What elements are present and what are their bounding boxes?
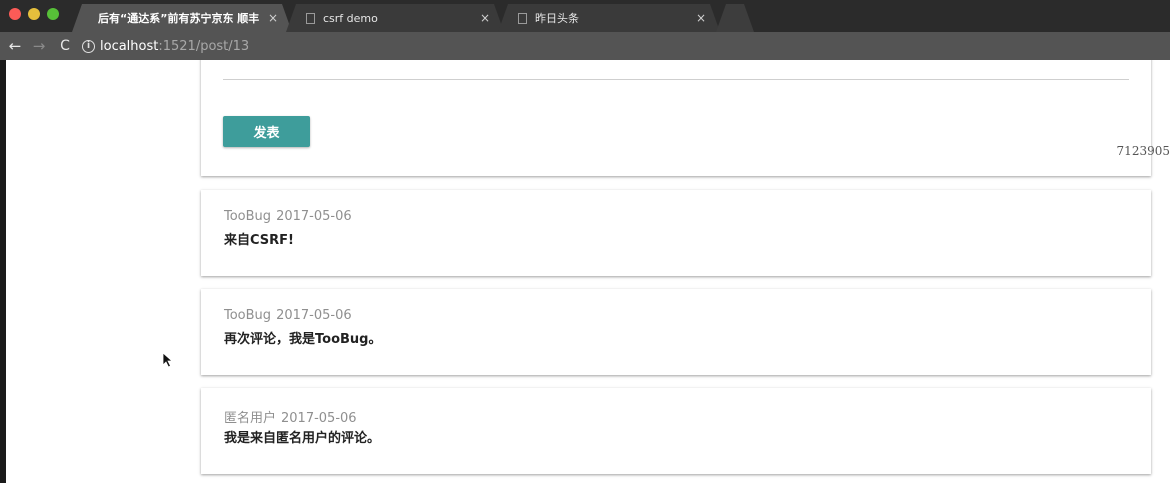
publish-button[interactable]: 发表 bbox=[223, 116, 310, 147]
page-viewport: 发表 TooBug 2017-05-06 来自CSRF! TooBug 2017-0… bbox=[0, 60, 1170, 483]
comment-meta: 匿名用户 2017-05-06 bbox=[224, 407, 357, 426]
comment-date: 2017-05-06 bbox=[276, 209, 352, 224]
left-edge-band bbox=[0, 60, 6, 483]
new-tab-button[interactable] bbox=[716, 4, 754, 32]
tab-toutiao[interactable]: 昨日头条 × bbox=[498, 4, 720, 32]
comment-meta: TooBug 2017-05-06 bbox=[224, 308, 352, 323]
close-window-button[interactable] bbox=[9, 8, 21, 20]
mouse-cursor-icon bbox=[162, 352, 174, 368]
comment-body: 我是来自匿名用户的评论。 bbox=[224, 431, 381, 446]
tab-title: 后有“通达系”前有苏宁京东 顺丰 bbox=[98, 12, 260, 25]
tab-title: csrf demo bbox=[323, 11, 378, 25]
comment-card: TooBug 2017-05-06 再次评论，我是TooBug。 bbox=[201, 289, 1151, 375]
close-tab-icon[interactable]: × bbox=[478, 11, 492, 25]
comment-form-card: 发表 bbox=[201, 60, 1151, 176]
browser-toolbar: ← → C i localhost :1521/post/13 bbox=[0, 32, 1170, 60]
title-bar: 后有“通达系”前有苏宁京东 顺丰 × csrf demo × 昨日头条 × bbox=[0, 0, 1170, 32]
maximize-window-button[interactable] bbox=[47, 8, 59, 20]
reload-icon[interactable]: C bbox=[54, 35, 76, 57]
comment-meta: TooBug 2017-05-06 bbox=[224, 209, 352, 224]
forward-arrow-icon[interactable]: → bbox=[28, 35, 50, 57]
comment-card: 匿名用户 2017-05-06 我是来自匿名用户的评论。 bbox=[201, 388, 1151, 474]
document-icon bbox=[306, 13, 315, 24]
document-icon bbox=[518, 13, 527, 24]
comment-author: TooBug bbox=[224, 209, 272, 224]
url-host: localhost bbox=[100, 38, 159, 54]
tab-title: 昨日头条 bbox=[535, 12, 579, 25]
back-arrow-icon[interactable]: ← bbox=[4, 35, 26, 57]
info-icon[interactable]: i bbox=[82, 39, 95, 53]
comment-card: TooBug 2017-05-06 来自CSRF! bbox=[201, 190, 1151, 276]
comment-author: TooBug bbox=[224, 308, 272, 323]
browser-window: 后有“通达系”前有苏宁京东 顺丰 × csrf demo × 昨日头条 × ← … bbox=[0, 0, 1170, 483]
watermark-text: 7123905 bbox=[1116, 144, 1170, 158]
url-path: :1521/post/13 bbox=[158, 38, 250, 54]
input-underline[interactable] bbox=[223, 79, 1129, 80]
comment-date: 2017-05-06 bbox=[281, 411, 357, 426]
comment-body: 来自CSRF! bbox=[224, 233, 294, 248]
close-tab-icon[interactable]: × bbox=[266, 11, 280, 25]
comment-date: 2017-05-06 bbox=[276, 308, 352, 323]
comment-author: 匿名用户 bbox=[224, 411, 277, 426]
minimize-window-button[interactable] bbox=[28, 8, 40, 20]
tab-csrf-demo[interactable]: csrf demo × bbox=[286, 4, 504, 32]
close-tab-icon[interactable]: × bbox=[694, 11, 708, 25]
comment-body: 再次评论，我是TooBug。 bbox=[224, 332, 382, 347]
tab-news[interactable]: 后有“通达系”前有苏宁京东 顺丰 × bbox=[72, 4, 292, 32]
address-bar[interactable]: i localhost :1521/post/13 bbox=[82, 35, 1164, 57]
